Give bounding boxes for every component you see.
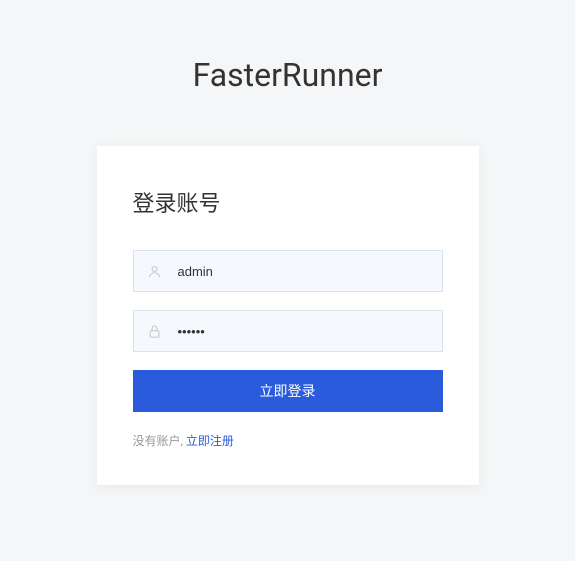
app-title: FasterRunner (0, 0, 575, 146)
password-field-wrapper (133, 310, 443, 352)
username-field-wrapper (133, 250, 443, 292)
password-input[interactable] (133, 310, 443, 352)
user-icon (147, 263, 163, 279)
login-card-title: 登录账号 (133, 186, 443, 218)
footer-text: 没有账户, 立即注册 (133, 432, 443, 449)
login-button[interactable]: 立即登录 (133, 370, 443, 412)
login-card: 登录账号 立即登录 没有账户, 立即注册 (97, 146, 479, 485)
lock-icon (147, 323, 163, 339)
username-input[interactable] (133, 250, 443, 292)
register-link[interactable]: 立即注册 (186, 434, 234, 448)
no-account-label: 没有账户, (133, 434, 186, 448)
